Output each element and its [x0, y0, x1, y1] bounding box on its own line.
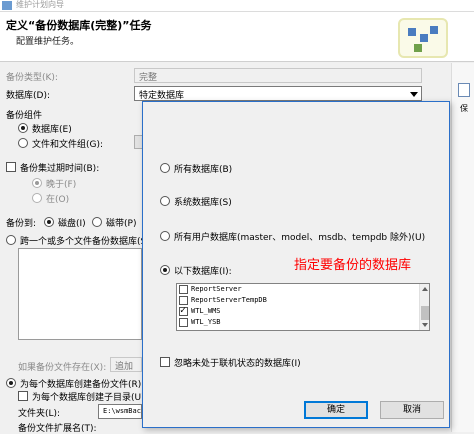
component-files-radio[interactable] [18, 138, 28, 148]
per-db-file-radio[interactable] [6, 378, 16, 388]
component-database-label: 数据库(E) [32, 125, 72, 135]
database-name: WTL_YSB [191, 318, 221, 326]
ignore-offline-label: 忽略未处于联机状态的数据库(I) [174, 359, 301, 369]
user-databases-label: 所有用户数据库(master、model、msdb、tempdb 除外)(U) [174, 233, 426, 243]
system-databases-radio[interactable] [160, 196, 170, 206]
database-list[interactable]: ReportServer ReportServerTempDB WTL_WMS … [176, 283, 430, 331]
scroll-down-icon[interactable] [422, 323, 428, 327]
component-label: 备份组件 [6, 111, 43, 121]
backup-to-label: 备份到: [6, 219, 37, 229]
ignore-offline-checkbox[interactable] [160, 357, 170, 367]
window-title: 维护计划向导 [16, 0, 64, 9]
per-db-subdir-label: 为每个数据库创建子目录(U) [32, 393, 145, 403]
component-database-radio[interactable] [18, 123, 28, 133]
wizard-graphic-icon [398, 18, 448, 58]
if-exists-select[interactable]: 追加 [110, 357, 142, 372]
backup-to-tape-label: 磁带(P) [106, 219, 137, 229]
expire-after-label: 晚于(F) [46, 180, 77, 190]
backup-type-value: 完整 [139, 73, 158, 83]
backup-files-list[interactable] [18, 248, 142, 340]
database-checkbox[interactable] [179, 318, 188, 327]
across-files-radio[interactable] [6, 235, 16, 245]
database-label: 数据库(D): [6, 91, 50, 101]
system-databases-label: 系统数据库(S) [174, 198, 232, 208]
all-databases-label: 所有数据库(B) [174, 165, 233, 175]
expire-on-radio[interactable] [32, 193, 42, 203]
all-databases-radio[interactable] [160, 163, 170, 173]
database-select[interactable]: 特定数据库 [134, 86, 422, 101]
folder-label: 文件夹(L): [18, 409, 61, 419]
folder-value: E:\wsmBac [103, 407, 141, 415]
across-files-label: 跨一个或多个文件备份数据库(S [20, 237, 142, 247]
panel-label: 保 [460, 104, 468, 113]
page-title: 定义“备份数据库(完整)”任务 [6, 19, 152, 32]
ok-button[interactable]: 确定 [304, 401, 368, 419]
title-bar: 维护计划向导 [0, 0, 474, 12]
backup-type-label: 备份类型(K): [6, 73, 58, 83]
backup-type-select[interactable]: 完整 [134, 68, 422, 83]
wizard-header: 定义“备份数据库(完整)”任务 配置维护任务。 [0, 12, 474, 62]
backup-to-tape-radio[interactable] [92, 217, 102, 227]
app-icon [2, 1, 12, 10]
backup-to-disk-radio[interactable] [44, 217, 54, 227]
user-databases-radio[interactable] [160, 231, 170, 241]
component-files-label: 文件和文件组(G): [32, 140, 104, 150]
annotation-text: 指定要备份的数据库 [294, 258, 412, 273]
cancel-button[interactable]: 取消 [380, 401, 444, 419]
database-value: 特定数据库 [139, 91, 185, 101]
per-db-file-label: 为每个数据库创建备份文件(R) [20, 380, 142, 390]
database-name: ReportServerTempDB [191, 296, 267, 304]
backup-to-disk-label: 磁盘(I) [58, 219, 86, 229]
list-scrollbar[interactable] [419, 284, 429, 330]
per-db-subdir-checkbox[interactable] [18, 391, 28, 401]
expire-on-label: 在(O) [46, 195, 70, 205]
these-databases-radio[interactable] [160, 265, 170, 275]
panel-icon [458, 83, 470, 97]
chevron-down-icon [410, 92, 418, 97]
expire-after-radio[interactable] [32, 178, 42, 188]
folder-input[interactable]: E:\wsmBac [98, 404, 142, 419]
database-checkbox[interactable] [179, 305, 188, 317]
database-checkbox[interactable] [179, 285, 188, 294]
extension-label: 备份文件扩展名(T): [18, 424, 97, 434]
scroll-thumb[interactable] [421, 306, 429, 320]
if-exists-label: 如果备份文件存在(X): [18, 363, 107, 373]
database-name: ReportServer [191, 285, 242, 293]
expire-label: 备份集过期时间(B): [20, 164, 100, 174]
if-exists-value: 追加 [115, 362, 134, 372]
these-databases-label: 以下数据库(I): [174, 267, 232, 277]
page-subtitle: 配置维护任务。 [16, 37, 80, 47]
expire-checkbox[interactable] [6, 162, 16, 172]
scroll-up-icon[interactable] [422, 287, 428, 291]
database-checkbox[interactable] [179, 296, 188, 305]
right-panel-edge: 保 [451, 63, 474, 432]
database-name: WTL_WMS [191, 307, 221, 315]
